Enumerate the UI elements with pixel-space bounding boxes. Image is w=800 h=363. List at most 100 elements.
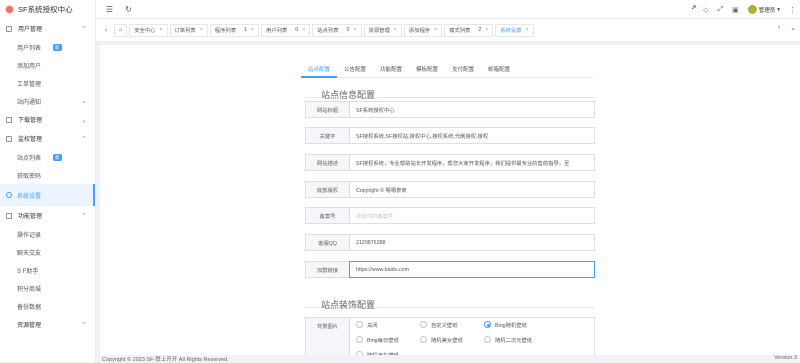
tab-settings[interactable]: 系统设置 ×: [495, 23, 534, 37]
subtab-template[interactable]: 模板配置: [409, 64, 445, 78]
close-icon[interactable]: ×: [251, 27, 254, 33]
app-logo[interactable]: SF系统授权中心: [0, 0, 95, 19]
sidebar-item-shop[interactable]: 积分商城: [0, 279, 95, 297]
home-icon: ⌂: [119, 27, 123, 33]
refresh-icon[interactable]: ↻: [122, 5, 135, 14]
close-icon[interactable]: ×: [302, 27, 305, 33]
chevron-up-icon: ⌃: [81, 25, 87, 33]
sidebar: SF系统授权中心 用户管理 ⌃ 用户列表新 添加用户 工单管理 站内通知 ⌄ 下载管…: [0, 0, 96, 362]
close-icon[interactable]: ×: [200, 27, 203, 33]
chevron-down-icon[interactable]: ⌄: [790, 24, 796, 32]
sidebar-item-tickets[interactable]: 工单管理: [0, 74, 95, 92]
field-group-link: 加群链接 https://www.baidu.com: [305, 261, 595, 278]
keywords-input[interactable]: SF授权系统,SF授权站,授权中心,授权系统,代刷授权,授权: [349, 127, 595, 144]
close-icon[interactable]: ×: [353, 27, 356, 33]
footer: Copyright © 2023 SF-赞上开开 All Rights Rese…: [96, 355, 800, 363]
tab-programs[interactable]: 程序列表 1 ×: [209, 23, 260, 37]
close-icon[interactable]: ×: [526, 27, 529, 33]
tab-sites[interactable]: 站点列表 0 ×: [312, 23, 362, 37]
qq-input[interactable]: 2129876388: [349, 234, 595, 251]
tab-add-program[interactable]: 添加程序 ×: [403, 23, 443, 37]
user-icon: [6, 25, 12, 32]
copyright-input[interactable]: Copyright © 嗯嗯泉商: [349, 181, 595, 198]
section-site-decor: 站点装饰配置: [305, 298, 595, 311]
avatar: [747, 5, 757, 14]
site-title-input[interactable]: SF系统授权中心: [349, 101, 595, 118]
radio-custom[interactable]: 自定义壁纸: [420, 320, 484, 329]
section-title: 站点装饰配置: [319, 298, 378, 311]
sidebar-item-settings[interactable]: 系统设置: [0, 184, 95, 206]
close-icon[interactable]: ×: [394, 27, 397, 33]
app-title: SF系统授权中心: [18, 5, 73, 14]
sidebar-item-resources[interactable]: 资源管理 ⌃: [0, 315, 95, 334]
gear-icon: [6, 192, 12, 198]
menu-group-features[interactable]: 功能管理 ⌃: [0, 206, 95, 225]
chevron-right-icon[interactable]: ›: [778, 24, 780, 32]
chevron-up-icon: ⌃: [81, 212, 87, 220]
field-copyright: 底部版权 Copyright © 嗯嗯泉商: [305, 181, 595, 198]
apps-icon: [6, 212, 12, 219]
subtab-site[interactable]: 站点配置: [301, 64, 338, 78]
user-menu[interactable]: 管理员 ▾: [747, 5, 780, 14]
chevron-up-icon: ⌃: [81, 321, 87, 329]
sidebar-item-notices[interactable]: 站内通知 ⌄: [0, 92, 95, 110]
sidebar-item-assistant[interactable]: S F助手: [0, 261, 95, 279]
user-name: 管理员: [758, 7, 776, 14]
chevron-down-icon: ⌄: [81, 98, 87, 105]
subtab-notice[interactable]: 公告配置: [337, 64, 373, 78]
field-qq: 客服QQ 2129876388: [305, 234, 595, 251]
tab-modes[interactable]: 模式列表 2 ×: [444, 23, 494, 37]
close-icon[interactable]: ×: [434, 27, 437, 33]
top-bar: ☰ ↻ ◔ ◇ ⤢ ▣ 管理员 ▾ ⋮: [96, 0, 800, 19]
radio-bing-random[interactable]: Bing随机壁纸: [484, 320, 548, 329]
sidebar-item-backup[interactable]: 备份数据: [0, 297, 95, 315]
menu-group-auth[interactable]: 监权管理 ⌃: [0, 129, 95, 148]
tag-icon[interactable]: ◇: [703, 6, 708, 14]
footer-version: Version 3: [774, 355, 797, 361]
radio-random-beauty[interactable]: 随机美女壁纸: [420, 335, 484, 344]
section-site-info: 站点信息配置: [305, 88, 595, 101]
tabs-bar: ‹ ⌂ 安全中心 × 订单列表 × 程序列表 1 × 用户列表 0 × 站点列表 0 × 资源管…: [96, 19, 800, 42]
sidebar-item-user-list[interactable]: 用户列表新: [0, 38, 95, 56]
tab-resources[interactable]: 资源管理 ×: [363, 23, 402, 37]
icp-input[interactable]: 添加你的备案号: [349, 207, 595, 224]
tab-users[interactable]: 用户列表 0 ×: [261, 23, 311, 37]
subtab-email[interactable]: 邮箱配置: [481, 64, 517, 78]
tab-orders[interactable]: 订单列表 ×: [169, 23, 208, 37]
settings-panel: 站点配置 公告配置 功能配置 模板配置 支付配置 邮箱配置 站点信息配置 网站标…: [100, 45, 800, 359]
sidebar-item-logs[interactable]: 操作记录: [0, 225, 95, 243]
shield-icon: [6, 135, 12, 142]
notification-icon[interactable]: ◔: [690, 5, 697, 13]
tab-security[interactable]: 安全中心 ×: [129, 23, 168, 37]
menu-group-users[interactable]: 用户管理 ⌃: [0, 19, 95, 38]
sidebar-item-chat[interactable]: 聊天交友: [0, 243, 95, 261]
radio-random-anime[interactable]: 随机二次元壁纸: [484, 335, 548, 344]
subtab-features[interactable]: 功能配置: [373, 64, 409, 78]
sidebar-item-get-password[interactable]: 获取密码: [0, 166, 95, 184]
field-description: 网站描述 SF授权系统，专业帮助站长开发程序，帮您大家开发程序，我们提供最专业的售…: [305, 154, 595, 171]
close-icon[interactable]: ×: [159, 27, 162, 33]
menu-group-downloads[interactable]: 下载管理 ⌄: [0, 110, 95, 129]
more-icon[interactable]: ⋮: [789, 6, 796, 14]
logo-icon: [5, 5, 14, 14]
sidebar-item-add-user[interactable]: 添加用户: [0, 56, 95, 74]
sidebar-item-site-list[interactable]: 站点列表新: [0, 148, 95, 166]
fullscreen-icon[interactable]: ⤢: [717, 6, 723, 14]
tab-home[interactable]: ⌂: [114, 23, 128, 37]
subtab-payment[interactable]: 支付配置: [445, 64, 481, 78]
new-badge: 新: [53, 43, 62, 51]
description-input[interactable]: SF授权系统，专业帮助站长开发程序，帮您大家开发程序，我们提供最专业的售前指导，…: [349, 154, 595, 171]
lock-icon[interactable]: ▣: [732, 6, 739, 14]
group-link-input[interactable]: https://www.baidu.com: [349, 261, 595, 278]
section-title: 站点信息配置: [319, 88, 378, 101]
radio-bing-daily[interactable]: Bing每日壁纸: [356, 335, 420, 344]
close-icon[interactable]: ×: [485, 27, 488, 33]
chevron-left-icon[interactable]: ‹: [100, 27, 112, 34]
download-icon: [6, 116, 12, 123]
field-keywords: 关键字 SF授权系统,SF授权站,授权中心,授权系统,代刷授权,授权: [305, 127, 595, 144]
menu-fold-icon[interactable]: ☰: [103, 5, 116, 14]
radio-off[interactable]: 关闭: [356, 320, 420, 329]
field-icp: 备案号 添加你的备案号: [305, 207, 595, 224]
field-site-title: 网站标题 SF系统授权中心: [305, 101, 595, 118]
chevron-down-icon: ▾: [777, 6, 780, 13]
